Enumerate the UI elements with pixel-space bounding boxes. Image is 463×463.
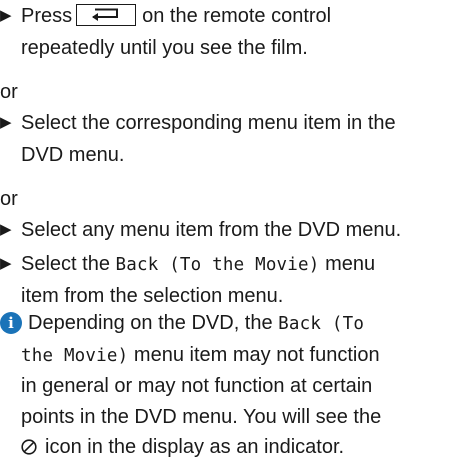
bullet-arrow-icon: ▶ [0, 255, 12, 272]
back-arrow-icon [76, 4, 137, 26]
bullet-arrow-icon: ▶ [0, 114, 12, 131]
prohibited-icon [21, 435, 37, 455]
note-prefix: Depending on the DVD, the [28, 312, 273, 334]
the-movie-label: the Movie) [21, 346, 129, 366]
info-icon: i [0, 312, 22, 334]
back-to-movie-label: Back (To the Movie) [115, 255, 320, 275]
manual-page: ▶ Press on the remote control repeatedly … [0, 0, 463, 463]
note-line-3: in general or may not function at certai… [21, 375, 373, 397]
step-1-text-before: Press [21, 5, 73, 27]
or-separator-2: or [0, 188, 18, 210]
or-separator-1: or [0, 81, 18, 103]
note-line-2-text: menu item may not function [133, 344, 380, 366]
back-to-label: Back (To [278, 314, 365, 334]
step-1-line-2: repeatedly until you see the film. [21, 37, 308, 59]
step-1-text-after: on the remote control [142, 5, 332, 27]
step-2-text: Select the corresponding menu item in th… [21, 112, 396, 134]
note-line-4: points in the DVD menu. You will see the [21, 406, 382, 428]
note-line-1: Depending on the DVD, the Back (To [28, 309, 364, 337]
bullet-arrow-icon: ▶ [0, 7, 12, 24]
note-line-5: icon in the display as an indicator. [21, 433, 344, 461]
bullet-arrow-icon: ▶ [0, 221, 12, 238]
step-4-suffix: menu [325, 253, 376, 275]
step-3-text: Select any menu item from the DVD menu. [21, 219, 402, 241]
step-4-line-2: item from the selection menu. [21, 285, 284, 307]
note-line-2: the Movie) menu item may not function [21, 341, 380, 369]
note-line-5-text: icon in the display as an indicator. [45, 436, 345, 458]
step-4-prefix: Select the [21, 253, 110, 275]
step-2-line-2: DVD menu. [21, 144, 125, 166]
